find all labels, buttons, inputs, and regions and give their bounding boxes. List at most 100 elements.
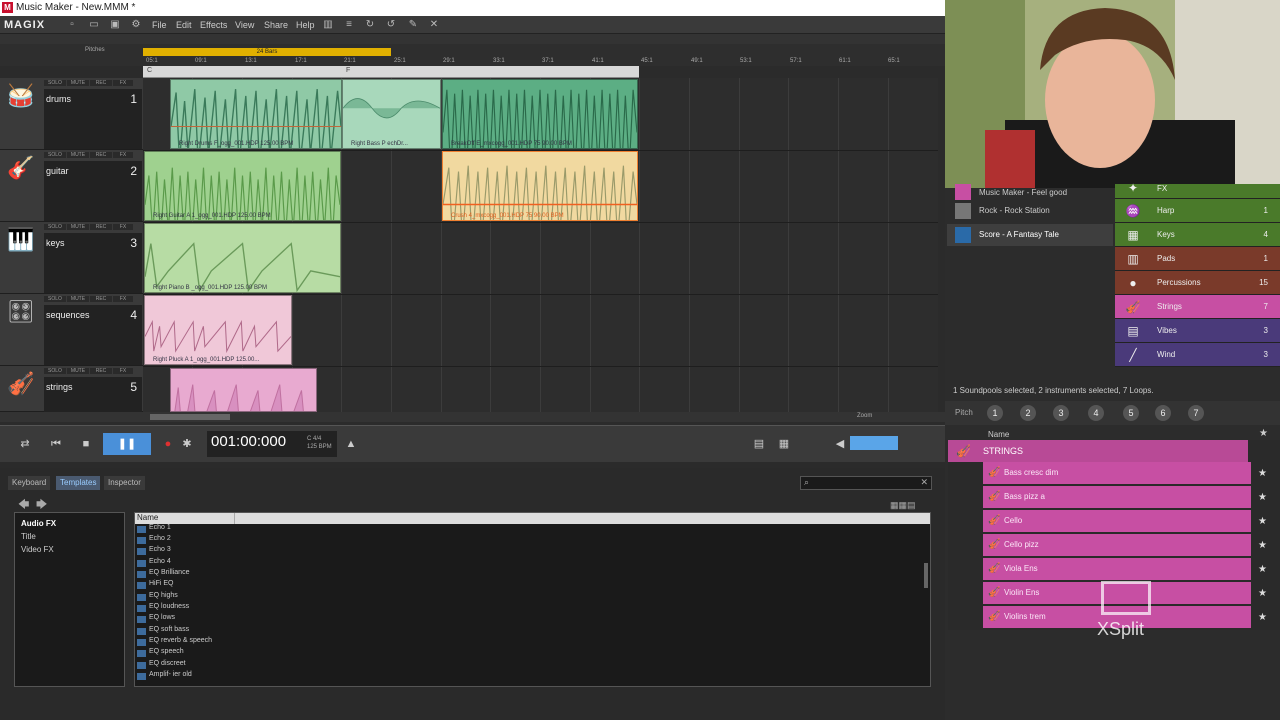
redo-icon[interactable]: ↻ xyxy=(364,19,376,31)
tab-inspector[interactable]: Inspector xyxy=(104,476,145,490)
clear-search-icon[interactable]: ✕ xyxy=(920,477,928,488)
view-mode-icon[interactable]: ▦▦▤ xyxy=(890,500,916,511)
soundpool-item[interactable]: Music Maker - Feel good xyxy=(947,184,1113,200)
audio-clip[interactable]: Right Drums F_ogg_001.HDP 125.00 BPM xyxy=(170,79,342,149)
fx-button[interactable]: FX xyxy=(113,368,133,374)
rec-button[interactable]: REC xyxy=(90,368,112,374)
instrument-wind[interactable]: ╱ Wind 3 xyxy=(1115,343,1280,367)
rec-button[interactable]: REC xyxy=(90,296,112,302)
list-item[interactable]: EQ soft bass xyxy=(135,626,189,637)
menu-view[interactable]: View xyxy=(235,20,254,30)
instrument-harp[interactable]: ♒ Harp 1 xyxy=(1115,199,1280,223)
list-item[interactable]: Amplif- ier old xyxy=(135,671,192,682)
solo-button[interactable]: SOLO xyxy=(44,80,66,86)
solo-button[interactable]: SOLO xyxy=(44,296,66,302)
open-folder-icon[interactable]: ▭ xyxy=(88,19,100,31)
pitch-button-5[interactable]: 5 xyxy=(1123,405,1139,421)
menu-edit[interactable]: Edit xyxy=(176,20,192,30)
audio-clip[interactable]: Right Piano B _ogg_001.HDP 125.00 BPM xyxy=(144,223,341,293)
mixer-icon[interactable]: ▥ xyxy=(322,19,334,31)
close-icon[interactable]: ✕ xyxy=(428,19,440,31)
favorite-star-icon[interactable]: ★ xyxy=(1258,492,1267,503)
timeline-ruler[interactable]: 24 Bars Pitches 05:1 09:1 13:1 17:1 21:1… xyxy=(0,44,945,66)
pencil-icon[interactable]: ✎ xyxy=(407,19,419,31)
track-name[interactable]: drums xyxy=(46,94,71,104)
favorite-star-icon[interactable]: ★ xyxy=(1258,540,1267,551)
list-icon[interactable]: ≡ xyxy=(343,19,355,31)
list-item[interactable]: HiFi EQ xyxy=(135,580,174,591)
instrument-keys[interactable]: ▦ Keys 4 xyxy=(1115,223,1280,247)
rec-button[interactable]: REC xyxy=(90,152,112,158)
menu-effects[interactable]: Effects xyxy=(200,20,227,30)
pause-button[interactable]: ❚❚ xyxy=(103,433,151,455)
instrument-vibes[interactable]: ▤ Vibes 3 xyxy=(1115,319,1280,343)
track-drums[interactable]: 🥁 SOLO MUTE REC FX drums 1 xyxy=(0,78,143,150)
track-name[interactable]: guitar xyxy=(46,166,69,176)
time-display[interactable]: 001:00:000 C 4/4 125 BPM xyxy=(207,431,337,457)
save-icon[interactable]: ▣ xyxy=(109,19,121,31)
loop-item[interactable]: 🎻 Bass cresc dim xyxy=(983,462,1251,484)
rec-button[interactable]: REC xyxy=(90,80,112,86)
track-name[interactable]: strings xyxy=(46,382,73,392)
menu-file[interactable]: File xyxy=(152,20,167,30)
view-toggle-icon[interactable]: ▤ xyxy=(748,433,770,455)
tree-item-video-fx[interactable]: Video FX xyxy=(21,545,54,554)
scene-bar[interactable]: C F xyxy=(143,66,639,78)
list-item[interactable]: EQ reverb & speech xyxy=(135,637,212,648)
track-name[interactable]: keys xyxy=(46,238,65,248)
instrument-percussions[interactable]: ● Percussions 15 xyxy=(1115,271,1280,295)
loop-icon[interactable]: ⇄ xyxy=(14,433,36,455)
menu-share[interactable]: Share xyxy=(264,20,288,30)
favorite-star-icon[interactable]: ★ xyxy=(1258,612,1267,623)
loop-range-bar[interactable]: 24 Bars xyxy=(143,48,391,56)
list-item[interactable]: EQ speech xyxy=(135,648,184,659)
list-item[interactable]: EQ Brilliance xyxy=(135,569,189,580)
soundpool-item[interactable]: Rock - Rock Station xyxy=(947,200,1113,222)
record-button[interactable]: ● xyxy=(157,433,179,455)
mute-button[interactable]: MUTE xyxy=(67,224,89,230)
volume-icon[interactable]: ◀ xyxy=(829,433,851,455)
soundpool-item-selected[interactable]: Score - A Fantasy Tale xyxy=(947,224,1113,246)
audio-clip[interactable] xyxy=(170,368,317,412)
instrument-strings-selected[interactable]: 🎻 Strings 7 xyxy=(1115,295,1280,319)
list-item[interactable]: Echo 1 xyxy=(135,524,171,535)
tab-keyboard[interactable]: Keyboard xyxy=(8,476,51,490)
settings-icon[interactable]: ⚙ xyxy=(130,19,142,31)
pitch-button-2[interactable]: 2 xyxy=(1020,405,1036,421)
list-item[interactable]: Echo 3 xyxy=(135,546,171,557)
list-item[interactable]: EQ discreet xyxy=(135,660,186,671)
favorite-star-icon[interactable]: ★ xyxy=(1258,516,1267,527)
loop-item[interactable]: 🎻 Cello pizz xyxy=(983,534,1251,556)
pitch-button-7[interactable]: 7 xyxy=(1188,405,1204,421)
undo-icon[interactable]: ↺ xyxy=(385,19,397,31)
fx-button[interactable]: FX xyxy=(113,80,133,86)
track-guitar[interactable]: 🎸 SOLO MUTE REC FX guitar 2 xyxy=(0,150,143,222)
horizontal-scrollbar[interactable]: Zoom xyxy=(0,412,945,422)
master-volume-slider[interactable] xyxy=(850,436,898,450)
solo-button[interactable]: SOLO xyxy=(44,368,66,374)
favorite-star-icon[interactable]: ★ xyxy=(1258,468,1267,479)
audio-clip[interactable]: Right Bass P echDr... xyxy=(342,79,441,149)
column-name[interactable]: Name xyxy=(988,430,1009,439)
loop-item[interactable]: 🎻 Bass pizz a xyxy=(983,486,1251,508)
mute-button[interactable]: MUTE xyxy=(67,80,89,86)
fx-button[interactable]: FX xyxy=(113,152,133,158)
list-item[interactable]: Echo 2 xyxy=(135,535,171,546)
metronome-icon[interactable]: ▲ xyxy=(340,433,362,455)
scroll-thumb[interactable] xyxy=(150,414,230,420)
tree-item-audio-fx[interactable]: Audio FX xyxy=(21,519,56,528)
loop-item[interactable]: 🎻 Cello xyxy=(983,510,1251,532)
instrument-fx[interactable]: ✦ FX xyxy=(1115,181,1280,199)
list-item[interactable]: EQ lows xyxy=(135,614,175,625)
menu-help[interactable]: Help xyxy=(296,20,315,30)
list-scrollbar[interactable] xyxy=(924,563,928,588)
mute-button[interactable]: MUTE xyxy=(67,368,89,374)
favorite-star-icon[interactable]: ★ xyxy=(1258,588,1267,599)
audio-clip[interactable]: BreakOff E_mxcogg_001.HDP 75 90.00 BPM xyxy=(442,79,638,149)
favorite-star-icon[interactable]: ★ xyxy=(1258,564,1267,575)
track-sequences[interactable]: 🎛 SOLO MUTE REC FX sequences 4 xyxy=(0,294,143,366)
list-item[interactable]: EQ loudness xyxy=(135,603,189,614)
track-keys[interactable]: 🎹 SOLO MUTE REC FX keys 3 xyxy=(0,222,143,294)
skip-back-icon[interactable]: ⏮ xyxy=(45,433,67,455)
search-input[interactable]: ⌕ ✕ xyxy=(800,476,932,490)
